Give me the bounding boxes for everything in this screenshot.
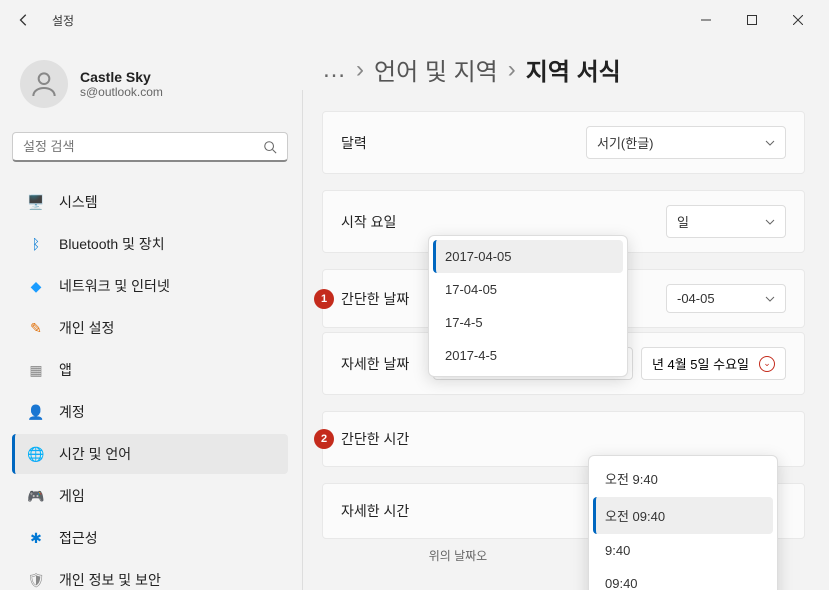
nav-label: 네트워크 및 인터넷 [59,276,170,296]
sidebar-item-8[interactable]: ✱ 접근성 [12,518,288,558]
sidebar-item-6[interactable]: 🌐 시간 및 언어 [12,434,288,474]
setting-calendar: 달력 서기(한글) [322,111,805,174]
first-day-select[interactable]: 일 [666,205,786,238]
profile-name: Castle Sky [80,69,163,85]
sidebar-item-2[interactable]: ◆ 네트워크 및 인터넷 [12,266,288,306]
nav-label: 시간 및 언어 [59,444,131,464]
annotation-badge-1: 1 [314,289,334,309]
nav-label: 접근성 [59,528,98,548]
short-date-select[interactable]: -04-05 [666,284,786,313]
close-button[interactable] [775,4,821,36]
nav-label: 게임 [59,486,85,506]
arrow-left-icon [17,13,31,27]
content-divider [302,90,303,590]
short-date-label: 간단한 날짜 [341,289,409,309]
long-time-label: 자세한 시간 [341,501,409,521]
search-box[interactable] [12,132,288,162]
nav-icon: 🌐 [27,445,45,463]
back-button[interactable] [8,4,40,36]
maximize-button[interactable] [729,4,775,36]
nav-icon: ◆ [27,277,45,295]
time-format-dropdown[interactable]: 오전 9:40오전 09:409:4009:40 [588,455,778,590]
date-format-dropdown[interactable]: 2017-04-0517-04-0517-4-52017-4-5 [428,235,628,377]
nav-icon: ✱ [27,529,45,547]
chevron-down-icon [765,217,775,227]
dropdown-option[interactable]: 2017-4-5 [433,339,623,372]
first-day-label: 시작 요일 [341,212,396,232]
breadcrumb-current: 지역 서식 [526,52,621,87]
nav-label: 개인 정보 및 보안 [59,570,161,590]
breadcrumb-overflow[interactable]: … [322,56,346,84]
breadcrumb: … › 언어 및 지역 › 지역 서식 [312,52,805,87]
dropdown-option[interactable]: 오전 9:40 [593,460,773,497]
sidebar-item-3[interactable]: ✎ 개인 설정 [12,308,288,348]
short-time-label: 간단한 시간 [341,429,409,449]
nav-icon: ✎ [27,319,45,337]
dropdown-option[interactable]: 09:40 [593,567,773,590]
calendar-select[interactable]: 서기(한글) [586,126,786,159]
window-title: 설정 [52,12,74,29]
sidebar-item-7[interactable]: 🎮 게임 [12,476,288,516]
calendar-label: 달력 [341,133,367,153]
search-input[interactable] [23,139,263,154]
chevron-down-icon [765,294,775,304]
maximize-icon [747,15,757,25]
chevron-down-red-icon: ⌄ [759,356,775,372]
avatar [20,60,68,108]
person-icon [28,68,60,100]
long-date-value[interactable]: 년 4월 5일 수요일 ⌄ [641,347,786,380]
sidebar-item-9[interactable]: 🛡 개인 정보 및 보안 [12,560,288,590]
sidebar-item-4[interactable]: ▦앱 [12,350,288,390]
nav-label: 개인 설정 [59,318,114,338]
sidebar-item-5[interactable]: 👤 계정 [12,392,288,432]
search-icon [263,140,277,154]
nav-icon: ▦ [27,361,45,379]
nav-label: Bluetooth 및 장치 [59,234,165,254]
nav-icon: ᛒ [27,235,45,253]
dropdown-option[interactable]: 9:40 [593,534,773,567]
profile-email: s@outlook.com [80,85,163,99]
close-icon [793,15,803,25]
long-date-label: 자세한 날짜 [341,354,409,374]
dropdown-option[interactable]: 17-4-5 [433,306,623,339]
nav-label: 계정 [59,402,85,422]
nav-label: 시스템 [59,192,98,212]
minimize-button[interactable] [683,4,729,36]
nav-icon: 🖥️ [27,193,45,211]
dropdown-option[interactable]: 오전 09:40 [593,497,773,534]
nav-icon: 👤 [27,403,45,421]
annotation-badge-2: 2 [314,429,334,449]
dropdown-option[interactable]: 2017-04-05 [433,240,623,273]
breadcrumb-parent[interactable]: 언어 및 지역 [374,52,498,87]
chevron-down-icon [765,138,775,148]
sidebar-item-0[interactable]: 🖥️ 시스템 [12,182,288,222]
profile-section[interactable]: Castle Sky s@outlook.com [12,52,288,116]
dropdown-option[interactable]: 17-04-05 [433,273,623,306]
nav-label: 앱 [59,360,72,380]
nav-icon: 🎮 [27,487,45,505]
sidebar-item-1[interactable]: ᛒ Bluetooth 및 장치 [12,224,288,264]
nav-icon: 🛡 [27,571,45,589]
minimize-icon [701,15,711,25]
